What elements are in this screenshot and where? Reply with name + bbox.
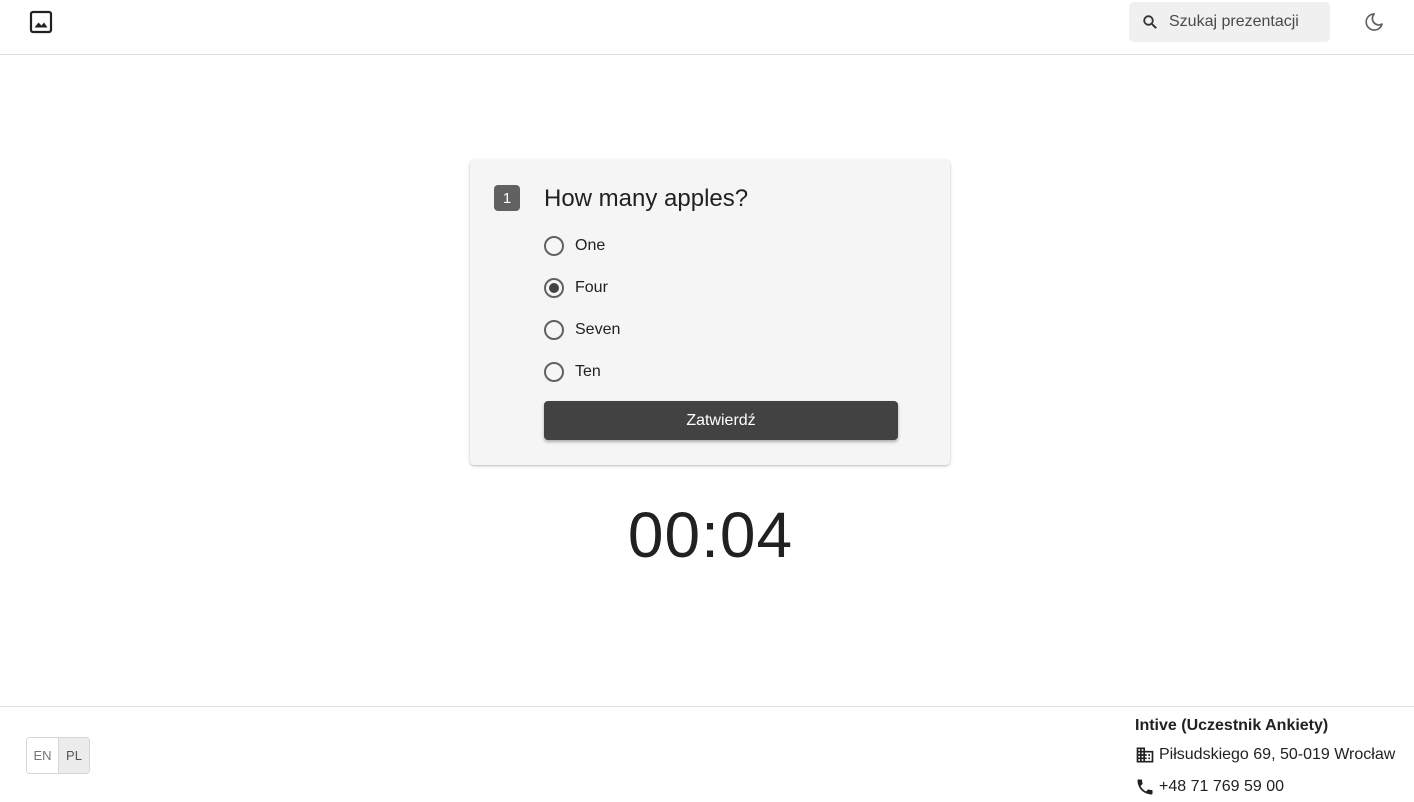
option-label: Seven [575, 321, 621, 338]
company-name: Intive (Uczestnik Ankiety) [1135, 717, 1329, 734]
countdown-timer: 00:04 [627, 499, 794, 571]
answer-option[interactable]: One [544, 234, 605, 258]
language-switcher: EN PL [26, 737, 90, 774]
search-box[interactable] [1129, 2, 1330, 42]
moon-icon[interactable] [1360, 8, 1388, 36]
question-card: 1 How many apples? One Four Seven Ten Za… [470, 160, 950, 465]
radio-button[interactable] [544, 320, 564, 340]
phone-row: +48 71 769 59 00 [1135, 777, 1284, 797]
building-icon [1135, 745, 1155, 765]
answer-option[interactable]: Four [544, 276, 608, 300]
language-button-en[interactable]: EN [27, 738, 58, 773]
answer-option[interactable]: Seven [544, 318, 620, 342]
question-number-badge: 1 [494, 185, 520, 211]
radio-button[interactable] [544, 236, 564, 256]
question-title: How many apples? [544, 185, 749, 212]
radio-button[interactable] [544, 278, 564, 298]
app-footer: EN PL Intive (Uczestnik Ankiety) Piłsuds… [0, 706, 1414, 802]
radio-button[interactable] [544, 362, 564, 382]
address-row: Piłsudskiego 69, 50-019 Wrocław [1135, 745, 1395, 765]
submit-button[interactable]: Zatwierdź [544, 401, 898, 440]
search-input[interactable] [1169, 2, 1324, 42]
phone-text[interactable]: +48 71 769 59 00 [1159, 778, 1284, 796]
option-label: One [575, 237, 606, 254]
language-button-pl[interactable]: PL [58, 738, 89, 773]
search-icon [1142, 14, 1158, 30]
answer-option[interactable]: Ten [544, 360, 601, 384]
address-text: Piłsudskiego 69, 50-019 Wrocław [1159, 746, 1396, 763]
phone-icon [1135, 777, 1155, 797]
option-label: Ten [575, 363, 601, 380]
image-icon[interactable] [28, 9, 54, 35]
option-label: Four [575, 279, 608, 296]
app-header [0, 0, 1414, 55]
